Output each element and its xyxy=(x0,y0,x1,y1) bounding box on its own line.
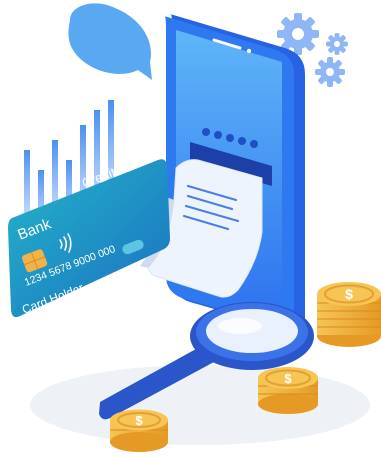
coin-stack: $ xyxy=(110,409,168,452)
dollar-sign: $ xyxy=(284,371,292,386)
camera-dot xyxy=(246,48,252,54)
dollar-sign: $ xyxy=(135,413,143,428)
dollar-sign: $ xyxy=(345,286,353,302)
coin-stack: $ xyxy=(258,367,318,414)
illustration-canvas: Credit Card Bank 1234 5678 9000 000 Card… xyxy=(8,3,381,452)
gear-icon xyxy=(315,33,348,87)
coin-stack: $ xyxy=(317,282,381,347)
speech-bubble-icon xyxy=(68,3,152,81)
payment-illustration: Credit Card Bank 1234 5678 9000 000 Card… xyxy=(0,0,381,456)
credit-card: Credit Card Bank 1234 5678 9000 000 Card… xyxy=(8,153,170,318)
ground-shadow xyxy=(30,365,370,445)
